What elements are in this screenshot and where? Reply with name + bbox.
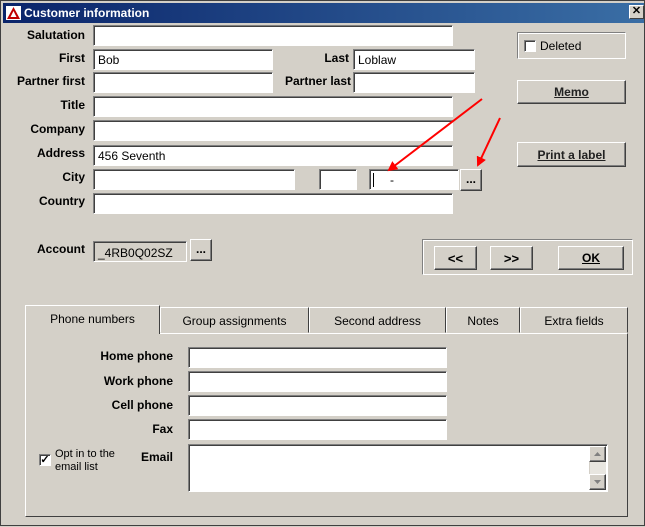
tab-phone-numbers[interactable]: Phone numbers (25, 305, 160, 334)
red-arrow-icon (387, 98, 501, 172)
customer-info-window: Customer information ✕ Salutation First … (0, 0, 645, 526)
